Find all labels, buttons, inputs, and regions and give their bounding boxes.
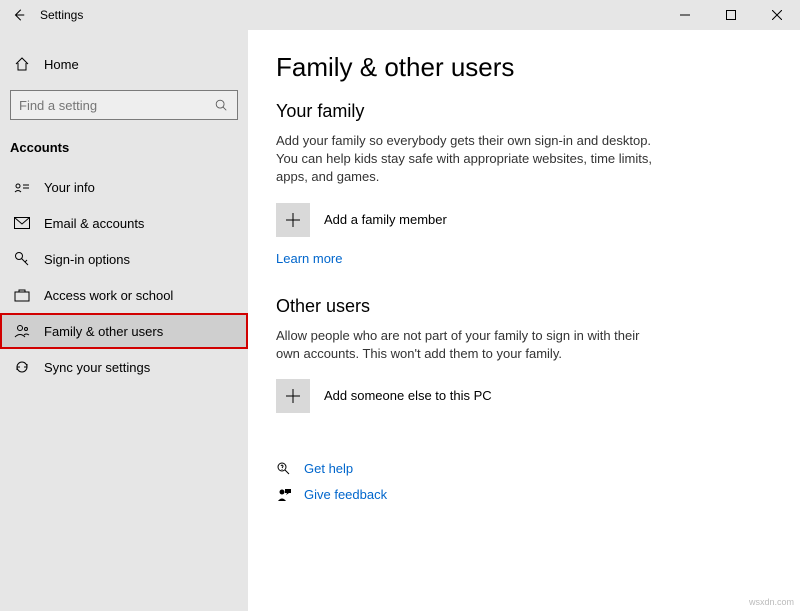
add-other-label: Add someone else to this PC bbox=[324, 388, 492, 403]
titlebar: Settings bbox=[0, 0, 800, 30]
maximize-button[interactable] bbox=[708, 0, 754, 30]
search-icon bbox=[213, 97, 229, 113]
other-users-section-title: Other users bbox=[276, 296, 772, 317]
sidebar-item-your-info[interactable]: Your info bbox=[0, 169, 248, 205]
app-title: Settings bbox=[40, 8, 83, 22]
nav-label: Sign-in options bbox=[44, 252, 130, 267]
give-feedback-label: Give feedback bbox=[304, 487, 387, 502]
badge-icon bbox=[14, 179, 30, 195]
give-feedback-link[interactable]: Give feedback bbox=[276, 487, 772, 503]
other-users-section-desc: Allow people who are not part of your fa… bbox=[276, 327, 656, 363]
key-icon bbox=[14, 251, 30, 267]
close-button[interactable] bbox=[754, 0, 800, 30]
get-help-link[interactable]: Get help bbox=[276, 461, 772, 477]
plus-icon bbox=[276, 203, 310, 237]
people-icon bbox=[14, 323, 30, 339]
sidebar-item-sync-settings[interactable]: Sync your settings bbox=[0, 349, 248, 385]
category-label: Accounts bbox=[0, 128, 248, 159]
sidebar-item-family-other-users[interactable]: Family & other users bbox=[0, 313, 248, 349]
mail-icon bbox=[14, 215, 30, 231]
briefcase-icon bbox=[14, 287, 30, 303]
back-button[interactable] bbox=[12, 8, 26, 22]
add-other-user-button[interactable]: Add someone else to this PC bbox=[276, 379, 772, 413]
nav-label: Email & accounts bbox=[44, 216, 144, 231]
home-label: Home bbox=[44, 57, 79, 72]
nav-label: Sync your settings bbox=[44, 360, 150, 375]
nav-label: Your info bbox=[44, 180, 95, 195]
search-input[interactable] bbox=[10, 90, 238, 120]
watermark: wsxdn.com bbox=[749, 597, 794, 607]
search-field[interactable] bbox=[19, 98, 213, 113]
window-controls bbox=[662, 0, 800, 30]
feedback-icon bbox=[276, 487, 292, 503]
sync-icon bbox=[14, 359, 30, 375]
help-icon bbox=[276, 461, 292, 477]
add-family-member-button[interactable]: Add a family member bbox=[276, 203, 772, 237]
get-help-label: Get help bbox=[304, 461, 353, 476]
plus-icon bbox=[276, 379, 310, 413]
home-link[interactable]: Home bbox=[0, 46, 248, 82]
learn-more-link[interactable]: Learn more bbox=[276, 251, 342, 266]
add-family-label: Add a family member bbox=[324, 212, 447, 227]
home-icon bbox=[14, 56, 30, 72]
sidebar-item-email-accounts[interactable]: Email & accounts bbox=[0, 205, 248, 241]
family-section-title: Your family bbox=[276, 101, 772, 122]
main-content: Family & other users Your family Add you… bbox=[248, 30, 800, 611]
sidebar-item-signin-options[interactable]: Sign-in options bbox=[0, 241, 248, 277]
minimize-button[interactable] bbox=[662, 0, 708, 30]
page-title: Family & other users bbox=[276, 52, 772, 83]
family-section-desc: Add your family so everybody gets their … bbox=[276, 132, 656, 187]
sidebar: Home Accounts Your info Email bbox=[0, 30, 248, 611]
sidebar-item-access-work-school[interactable]: Access work or school bbox=[0, 277, 248, 313]
nav-label: Access work or school bbox=[44, 288, 173, 303]
nav-label: Family & other users bbox=[44, 324, 163, 339]
